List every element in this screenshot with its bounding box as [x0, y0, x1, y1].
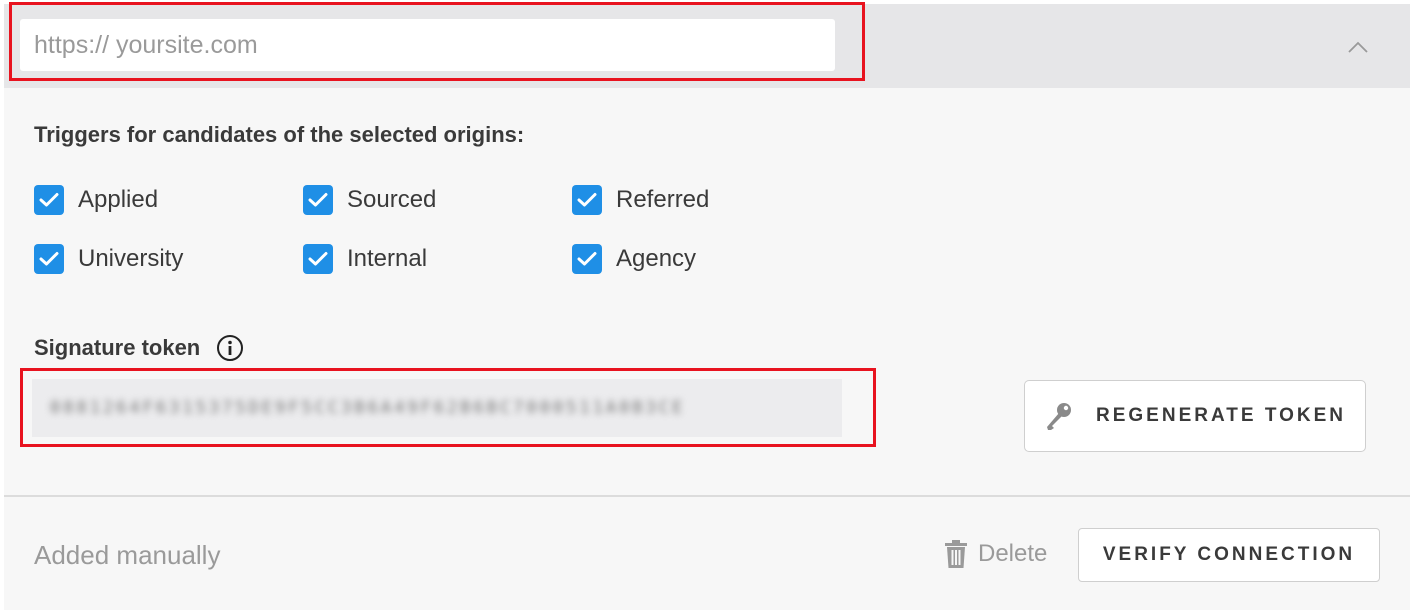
key-icon	[1047, 403, 1071, 430]
check-icon	[308, 252, 328, 266]
checkbox-label: Referred	[616, 186, 710, 213]
delete-label: Delete	[978, 540, 1048, 567]
webhook-panel: Triggers for candidates of the selected …	[4, 4, 1410, 610]
signature-title: Signature token	[34, 334, 244, 362]
regenerate-token-label: REGENERATE TOKEN	[1096, 405, 1346, 426]
collapse-button[interactable]	[1338, 32, 1378, 62]
check-icon	[39, 193, 59, 207]
checkbox-box[interactable]	[34, 185, 64, 215]
checkbox-referred[interactable]: Referred	[572, 185, 709, 215]
added-manually-label: Added manually	[34, 540, 221, 570]
check-icon	[39, 252, 59, 266]
checkbox-label: Sourced	[347, 186, 437, 213]
check-icon	[577, 252, 597, 266]
checkbox-box[interactable]	[303, 185, 333, 215]
webhook-header	[4, 4, 1410, 88]
signature-token-value: 0881264F6315375DE9F5CC3B6A49F62B6BC70005…	[50, 398, 686, 418]
checkbox-label: University	[78, 245, 184, 272]
check-icon	[577, 193, 597, 207]
divider	[4, 495, 1410, 497]
checkbox-label: Applied	[78, 186, 159, 213]
info-icon[interactable]	[216, 334, 244, 362]
signature-token-field[interactable]: 0881264F6315375DE9F5CC3B6A49F62B6BC70005…	[32, 379, 842, 437]
checkbox-box[interactable]	[572, 244, 602, 274]
regenerate-token-button[interactable]: REGENERATE TOKEN	[1024, 380, 1366, 452]
delete-button[interactable]: Delete	[944, 539, 1047, 569]
checkbox-university[interactable]: University	[34, 244, 183, 274]
triggers-title: Triggers for candidates of the selected …	[34, 122, 525, 147]
check-icon	[308, 193, 328, 207]
verify-connection-button[interactable]: VERIFY CONNECTION	[1078, 528, 1380, 582]
checkbox-box[interactable]	[34, 244, 64, 274]
signature-title-text: Signature token	[34, 335, 201, 360]
chevron-up-icon	[1348, 41, 1368, 53]
checkbox-agency[interactable]: Agency	[572, 244, 696, 274]
checkbox-box[interactable]	[572, 185, 602, 215]
trash-icon	[945, 540, 967, 568]
url-input[interactable]	[20, 19, 835, 71]
checkbox-internal[interactable]: Internal	[303, 244, 427, 274]
checkbox-sourced[interactable]: Sourced	[303, 185, 436, 215]
verify-connection-label: VERIFY CONNECTION	[1102, 544, 1356, 565]
checkbox-applied[interactable]: Applied	[34, 185, 158, 215]
checkbox-box[interactable]	[303, 244, 333, 274]
checkbox-label: Internal	[347, 245, 428, 272]
checkbox-label: Agency	[616, 245, 697, 272]
